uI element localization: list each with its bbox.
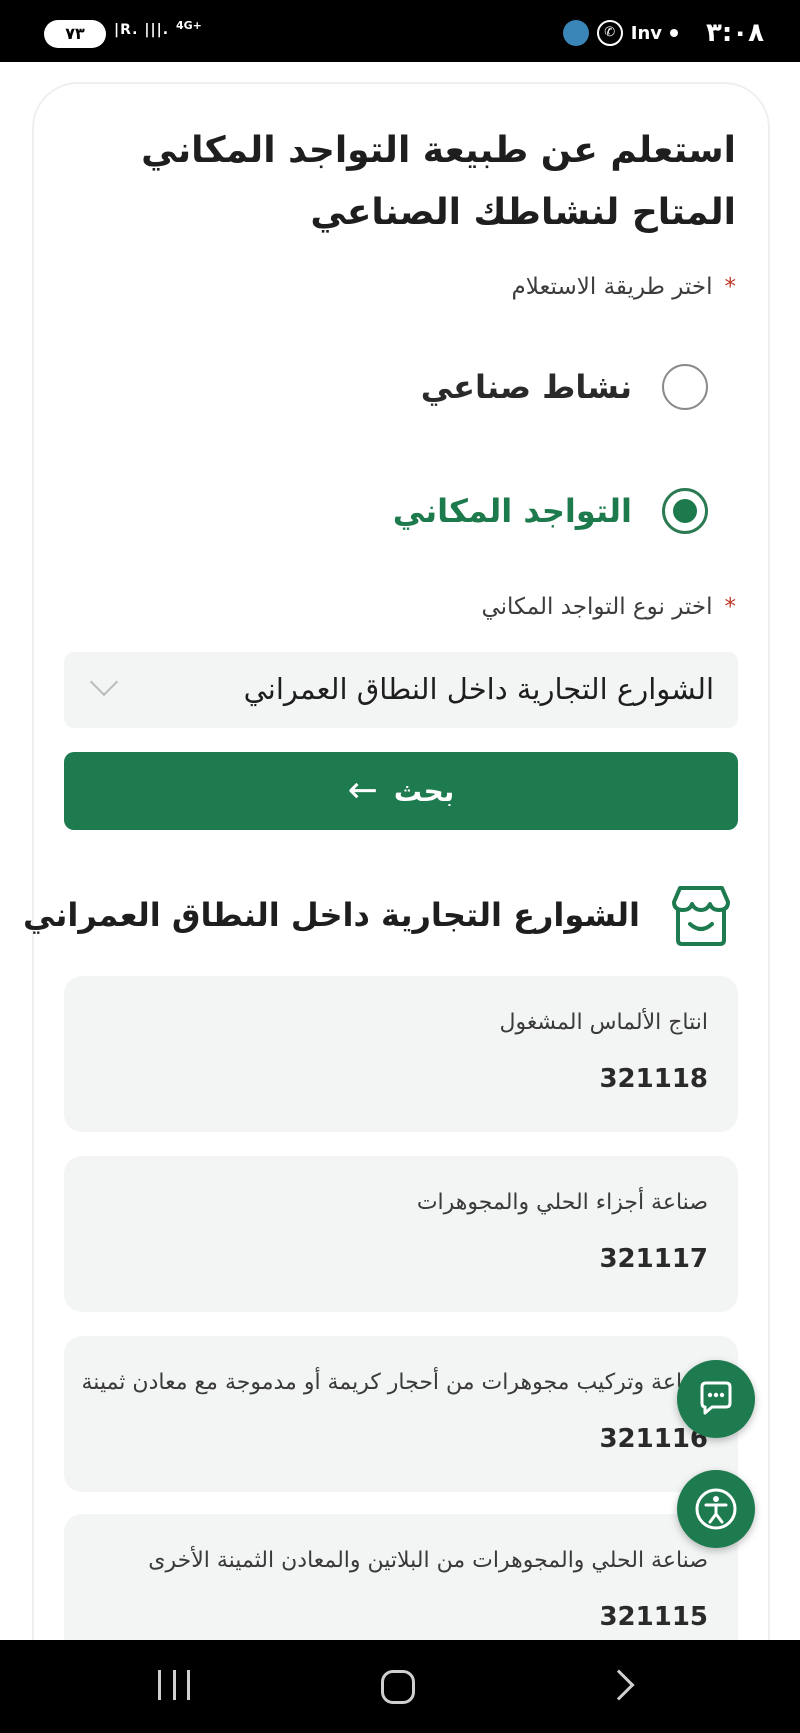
accessibility-icon	[695, 1488, 737, 1530]
accessibility-button[interactable]	[677, 1470, 755, 1548]
search-button[interactable]: بحث ←	[64, 752, 738, 830]
home-icon[interactable]	[381, 1670, 415, 1704]
signal-icon: |R. |||.	[114, 22, 170, 38]
result-activity-code: 321115	[599, 1602, 708, 1632]
inquiry-method-label: * اختر طريقة الاستعلام	[511, 274, 736, 300]
network-indicator: 4G+	[176, 19, 202, 32]
whatsapp-icon: ✆	[596, 20, 623, 46]
location-type-label-text: اختر نوع التواجد المكاني	[481, 594, 713, 620]
location-type-select[interactable]: الشوارع التجارية داخل النطاق العمراني	[64, 652, 738, 728]
inv-notification: Inv	[630, 22, 662, 44]
chat-icon	[700, 1381, 732, 1415]
result-item: صناعة أجزاء الحلي والمجوهرات 321117	[64, 1156, 738, 1312]
chevron-down-icon	[89, 667, 119, 697]
result-activity-name: صناعة أجزاء الحلي والمجوهرات	[416, 1190, 708, 1215]
radio-option-label: نشاط صناعي	[420, 368, 632, 406]
notification-icons: ✆ Inv	[562, 20, 688, 46]
clock: ٣:٠٨	[705, 18, 764, 48]
result-activity-name: انتاج الألماس المشغول	[499, 1010, 708, 1035]
radio-option-label: التواجد المكاني	[392, 492, 632, 530]
back-icon[interactable]	[603, 1669, 635, 1701]
result-item: انتاج الألماس المشغول 321118	[64, 976, 738, 1132]
page-title: استعلم عن طبيعة التواجد المكاني المتاح ل…	[141, 130, 736, 233]
recent-apps-icon[interactable]	[158, 1670, 190, 1702]
radio-button-checked[interactable]	[662, 488, 708, 534]
results-header: الشوارع التجارية داخل النطاق العمراني	[23, 880, 736, 950]
result-activity-name: صناعة الحلي والمجوهرات من البلاتين والمع…	[148, 1548, 708, 1573]
roaming-indicator: R	[120, 22, 133, 38]
radio-option-industrial-activity[interactable]: نشاط صناعي	[421, 364, 708, 410]
storefront-icon	[672, 886, 730, 946]
inquiry-method-label-text: اختر طريقة الاستعلام	[511, 274, 713, 300]
result-item: صناعة وتركيب مجوهرات من أحجار كريمة أو م…	[64, 1336, 738, 1492]
app-notification-icon	[562, 20, 589, 46]
required-mark: *	[724, 594, 737, 620]
required-mark: *	[724, 274, 737, 300]
system-nav-bar	[0, 1640, 800, 1733]
notification-dot-icon	[670, 29, 678, 37]
select-value: الشوارع التجارية داخل النطاق العمراني	[243, 672, 714, 706]
status-bar: ٧٣ |R. |||. 4G+ ✆ Inv ٣:٠٨	[0, 0, 800, 62]
results-title: الشوارع التجارية داخل النطاق العمراني	[22, 896, 640, 934]
search-button-label: بحث	[393, 774, 455, 808]
result-activity-code: 321117	[599, 1244, 708, 1274]
radio-button-unchecked[interactable]	[662, 364, 708, 410]
chat-button[interactable]	[677, 1360, 755, 1438]
radio-option-location[interactable]: التواجد المكاني	[393, 488, 708, 534]
arrow-left-icon: ←	[347, 770, 378, 811]
result-activity-name: صناعة وتركيب مجوهرات من أحجار كريمة أو م…	[81, 1370, 708, 1395]
result-activity-code: 321118	[599, 1064, 708, 1094]
battery-indicator: ٧٣	[44, 20, 106, 48]
location-type-label: * اختر نوع التواجد المكاني	[481, 594, 736, 620]
